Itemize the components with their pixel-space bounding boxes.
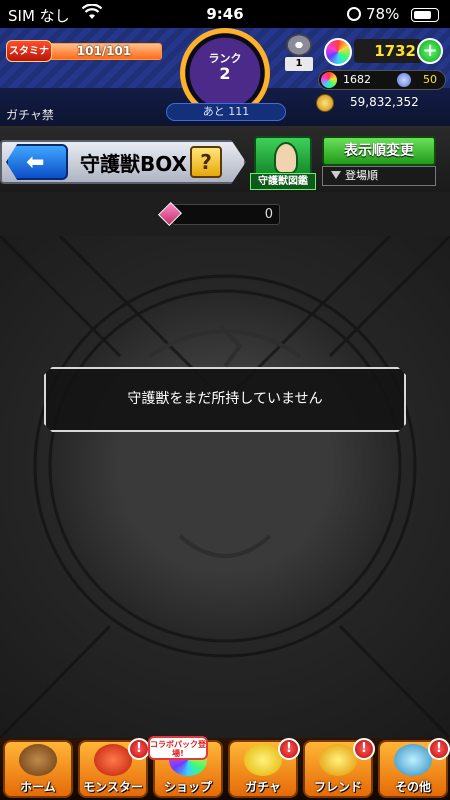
- stamina-gauge[interactable]: スタミナ 101/101: [6, 40, 162, 62]
- collab-pack-badge: コラボパック登場!: [148, 736, 208, 760]
- orb-fragment-icon: [321, 72, 337, 88]
- buy-orb-button[interactable]: +: [417, 38, 443, 64]
- box-content-area: 守護獣をまだ所持していません: [0, 236, 450, 738]
- nav-friend[interactable]: フレンド !: [301, 738, 375, 800]
- rank-remaining: あと 111: [166, 103, 286, 121]
- owned-count-field: 0: [172, 204, 280, 225]
- orb-fragment-count: 1682: [343, 73, 371, 86]
- nav-label-home: ホーム: [20, 780, 56, 794]
- nav-label-monster: モンスター: [83, 780, 143, 794]
- nav-label-friend: フレンド: [313, 780, 362, 794]
- ticket-icon: [286, 34, 312, 56]
- alt-fragment-count: 50: [423, 73, 437, 86]
- sort-order-value: 登場順: [345, 169, 378, 182]
- orb-count: 1732: [354, 39, 422, 63]
- rank-value: 2: [219, 64, 231, 83]
- page-title: 守護獣BOX: [80, 152, 187, 176]
- nav-other[interactable]: その他 !: [376, 738, 450, 800]
- orb-counter: 1732 +: [324, 38, 444, 66]
- gold-coin-icon: [316, 94, 334, 112]
- other-icon: [394, 744, 432, 776]
- nav-label-other: その他: [394, 780, 431, 794]
- gacha-ban-label: ガチャ禁: [6, 108, 54, 122]
- nav-label-shop: ショップ: [163, 780, 212, 794]
- gacha-icon: [244, 744, 282, 776]
- back-arrow-icon: ⬅: [26, 150, 45, 175]
- nav-label-gacha: ガチャ: [245, 780, 281, 794]
- nav-home[interactable]: ホーム: [1, 738, 75, 800]
- box-titlebar: ⬅ 守護獣BOX ? 守護獣図鑑 表示順変更 登場順: [0, 126, 450, 192]
- gold-count: 59,832,352: [350, 95, 419, 109]
- count-bar: 0: [0, 192, 450, 236]
- alert-badge-icon: !: [278, 738, 300, 760]
- sort-order-field[interactable]: 登場順: [322, 166, 436, 186]
- home-icon: [19, 744, 57, 776]
- background-emblem: [0, 236, 450, 738]
- alert-badge-icon: !: [128, 738, 150, 760]
- nav-gacha[interactable]: ガチャ !: [226, 738, 300, 800]
- rotation-lock-icon: [347, 7, 361, 21]
- ticket-counter[interactable]: 1: [282, 34, 316, 72]
- nav-monster[interactable]: モンスター !: [76, 738, 150, 800]
- monster-icon: [94, 744, 132, 776]
- status-bar: SIM なし 9:46 78%: [0, 0, 450, 28]
- battery-icon: [411, 8, 439, 22]
- alert-badge-icon: !: [353, 738, 375, 760]
- guardian-book-label: 守護獣図鑑: [250, 173, 316, 190]
- alt-fragment-icon: [397, 73, 411, 87]
- ticket-count: 1: [285, 57, 313, 71]
- battery-fill: [414, 11, 432, 19]
- alert-badge-icon: !: [428, 738, 450, 760]
- stamina-value: 101/101: [76, 44, 132, 58]
- friend-icon: [319, 744, 357, 776]
- game-header: スタミナ 101/101 ガチャ禁 ランク 2 あと 111 1 1732 + …: [0, 28, 450, 126]
- fragment-counter: 1682 50: [318, 70, 446, 90]
- help-button[interactable]: ?: [190, 146, 222, 178]
- back-button[interactable]: ⬅: [6, 144, 68, 180]
- guardian-book-icon: [254, 136, 312, 176]
- battery-percent: 78%: [366, 5, 400, 23]
- empty-message-box: 守護獣をまだ所持していません: [44, 367, 406, 432]
- guardian-book-button[interactable]: 守護獣図鑑: [250, 136, 316, 190]
- bottom-nav: ホーム モンスター ! ショップ ガチャ ! フレンド ! その他 !: [0, 738, 450, 800]
- sort-order-button[interactable]: 表示順変更: [322, 136, 436, 166]
- orb-icon: [324, 38, 352, 66]
- filter-icon: [331, 171, 341, 179]
